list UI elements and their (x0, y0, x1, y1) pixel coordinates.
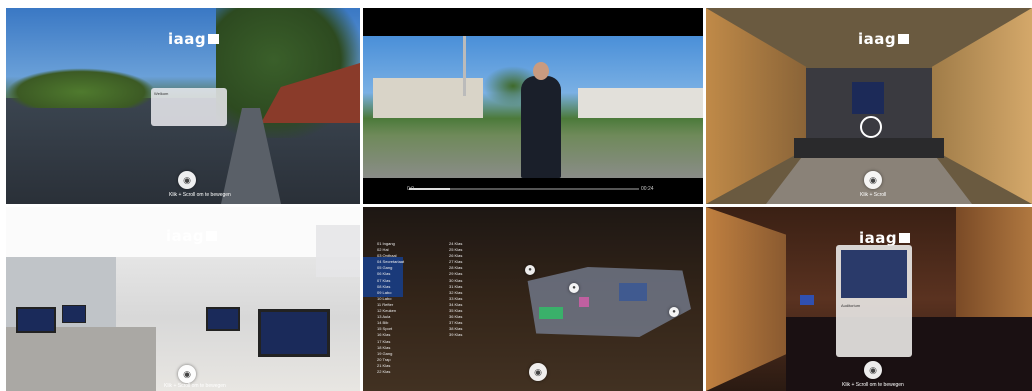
video-frame (363, 36, 703, 178)
brand-logo: iaag (166, 227, 218, 245)
brand-logo: iaag (858, 30, 910, 48)
logo-banner (852, 82, 884, 114)
panel-caption: Klik + Scroll om te bewegen (164, 383, 226, 389)
menu-item[interactable]: 39 Klas (449, 332, 509, 338)
navigate-hotspot-icon[interactable]: ◉ (529, 363, 547, 381)
panel-video[interactable]: 0:0 00:24 (363, 8, 703, 204)
navigate-hotspot-icon[interactable]: ◉ (178, 171, 196, 189)
video-progress-bar[interactable] (409, 188, 639, 190)
floor-mat (794, 138, 944, 158)
side-menu[interactable] (316, 225, 360, 277)
map-pin-icon[interactable]: ● (525, 265, 535, 275)
desks-left (6, 327, 156, 391)
navigate-hotspot-icon[interactable]: ◉ (178, 365, 196, 383)
map-pin-icon[interactable]: ● (669, 307, 679, 317)
menu-item[interactable]: 22 Klas (377, 369, 437, 375)
video-time-start: 0:0 (407, 186, 414, 192)
panel-map[interactable]: 01 Ingang 02 Hal 03 Onthaal 04 Secretari… (363, 207, 703, 391)
menu-right-text: 24 Klas 25 Klas 26 Klas 27 Klas 28 Klas … (449, 241, 509, 339)
video-progress-fill (409, 188, 451, 190)
presenter (521, 62, 561, 178)
monitor (206, 307, 240, 331)
navigate-hotspot-icon[interactable]: ◉ (864, 171, 882, 189)
info-card-title: Auditorium (841, 303, 861, 308)
panel-caption: Klik + Scroll om te bewegen (842, 382, 904, 388)
brand-logo: iaag (168, 30, 220, 48)
flagpole (463, 36, 466, 96)
info-card-image (841, 250, 907, 298)
menu-left-text: 01 Ingang 02 Hal 03 Onthaal 04 Secretari… (377, 241, 437, 375)
projection-screen (800, 295, 814, 305)
monitor (258, 309, 330, 357)
menu-left: 01 Ingang 02 Hal 03 Onthaal 04 Secretari… (377, 241, 437, 375)
monitor (16, 307, 56, 333)
panel-auditorium[interactable]: iaag Auditorium ◉ Klik + Scroll om te be… (706, 207, 1032, 391)
panel-classroom[interactable]: iaag ◉ Klik + Scroll om te bewegen (6, 207, 360, 391)
info-card[interactable]: Welkom (151, 88, 227, 126)
info-card[interactable]: Auditorium (836, 245, 912, 357)
navigation-ring-icon[interactable] (860, 116, 882, 138)
panel-outdoor[interactable]: iaag Welkom ◉ Klik + Scroll om te bewege… (6, 8, 360, 204)
map-pin-icon[interactable]: ● (569, 283, 579, 293)
monitor (62, 305, 86, 323)
panel-caption: Klik + Scroll (860, 192, 887, 198)
panel-caption: Klik + Scroll om te bewegen (169, 192, 231, 198)
trees-left (6, 68, 156, 108)
building-right (578, 88, 703, 118)
menu-right: 24 Klas 25 Klas 26 Klas 27 Klas 28 Klas … (449, 241, 509, 339)
wall-left (706, 207, 786, 391)
panel-corridor[interactable]: iaag ◉ Klik + Scroll (706, 8, 1032, 204)
info-card-title: Welkom (154, 91, 169, 96)
building-left (373, 78, 483, 118)
video-time-end: 00:24 (641, 186, 654, 192)
navigate-hotspot-icon[interactable]: ◉ (864, 361, 882, 379)
